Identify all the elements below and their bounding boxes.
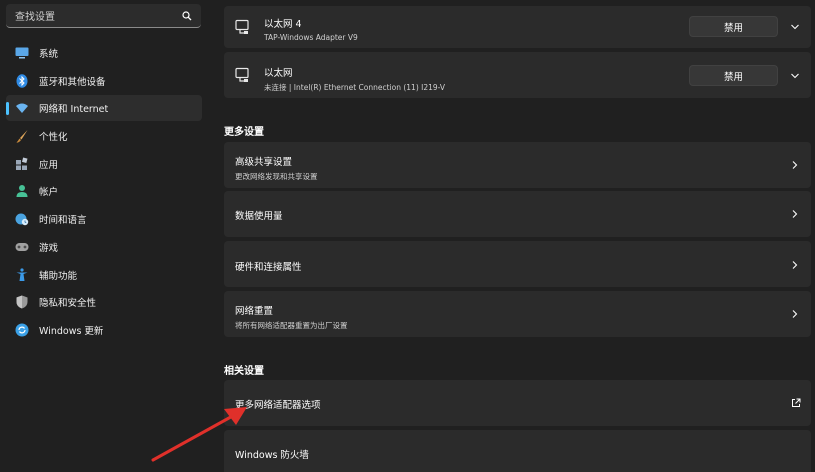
- brush-icon: [15, 129, 29, 143]
- sidebar-item-label: 系统: [39, 49, 59, 60]
- sidebar-item-label: 时间和语言: [39, 215, 87, 227]
- shield-icon: [15, 295, 29, 309]
- sidebar-item-apps[interactable]: 应用: [6, 151, 202, 177]
- row-title: 更多网络适配器选项: [235, 400, 321, 411]
- adapter-detail: TAP-Windows Adapter V9: [264, 33, 358, 42]
- sidebar-nav: 系统 蓝牙和其他设备 网络和 Internet 个性化 应用 帐户 时间和语言 …: [6, 40, 202, 345]
- sidebar-item-time-language[interactable]: 时间和语言: [6, 206, 202, 232]
- adapter-name: 以太网 4: [264, 19, 302, 30]
- settings-row-hardware-properties[interactable]: 硬件和连接属性: [224, 241, 811, 287]
- sidebar-item-label: 辅助功能: [39, 270, 78, 282]
- row-subtitle: 将所有网络适配器重置为出厂设置: [235, 321, 348, 330]
- sidebar-item-gaming[interactable]: 游戏: [6, 234, 202, 260]
- adapter-text: 以太网 4 TAP-Windows Adapter V9: [264, 16, 358, 42]
- sidebar-item-network[interactable]: 网络和 Internet: [6, 95, 202, 122]
- sidebar-item-label: Windows 更新: [39, 325, 104, 337]
- row-text: 网络重置 将所有网络适配器重置为出厂设置: [235, 303, 348, 331]
- row-title: 网络重置: [235, 306, 274, 317]
- chevron-right-icon: [792, 261, 798, 269]
- adapter-name: 以太网: [264, 68, 293, 79]
- sidebar-item-label: 个性化: [39, 132, 68, 144]
- globe-clock-icon: [15, 212, 29, 226]
- settings-row-windows-firewall[interactable]: Windows 防火墙: [224, 430, 811, 472]
- adapter-card[interactable]: 以太网 未连接 | Intel(R) Ethernet Connection (…: [224, 52, 811, 98]
- row-title: 硬件和连接属性: [235, 262, 302, 273]
- disable-button[interactable]: 禁用: [689, 16, 778, 37]
- accessibility-icon: [15, 267, 29, 282]
- chevron-right-icon: [792, 161, 798, 169]
- disable-button[interactable]: 禁用: [689, 65, 778, 86]
- row-title: Windows 防火墙: [235, 450, 309, 461]
- sidebar-item-privacy[interactable]: 隐私和安全性: [6, 289, 202, 315]
- row-title: 数据使用量: [235, 211, 283, 222]
- settings-row-data-usage[interactable]: 数据使用量: [224, 191, 811, 237]
- section-title-more-settings: 更多设置: [224, 127, 264, 138]
- settings-row-advanced-sharing[interactable]: 高级共享设置 更改网络发现和共享设置: [224, 142, 811, 188]
- adapter-detail: 未连接 | Intel(R) Ethernet Connection (11) …: [264, 83, 446, 92]
- sidebar-item-accounts[interactable]: 帐户: [6, 178, 202, 204]
- sidebar-item-label: 应用: [39, 159, 59, 171]
- sidebar-item-windows-update[interactable]: Windows 更新: [6, 317, 202, 343]
- sidebar-item-accessibility[interactable]: 辅助功能: [6, 262, 202, 288]
- settings-row-more-adapter-options[interactable]: 更多网络适配器选项: [224, 380, 811, 426]
- search-input[interactable]: 查找设置: [6, 4, 201, 28]
- apps-icon: [15, 157, 29, 171]
- sidebar-item-label: 帐户: [39, 187, 59, 199]
- gamepad-icon: [15, 240, 29, 254]
- chevron-down-icon[interactable]: [791, 23, 799, 31]
- settings-row-network-reset[interactable]: 网络重置 将所有网络适配器重置为出厂设置: [224, 291, 811, 337]
- sidebar-item-label: 游戏: [39, 242, 59, 254]
- adapter-card[interactable]: 以太网 4 TAP-Windows Adapter V9 禁用: [224, 6, 811, 48]
- sidebar-item-label: 蓝牙和其他设备: [39, 76, 106, 88]
- search-icon: [182, 10, 192, 20]
- bluetooth-icon: [15, 73, 29, 88]
- row-title: 高级共享设置: [235, 157, 293, 168]
- row-subtitle: 更改网络发现和共享设置: [235, 172, 318, 181]
- search-placeholder: 查找设置: [15, 12, 55, 23]
- person-icon: [15, 184, 29, 198]
- external-link-icon: [792, 398, 801, 407]
- sidebar-item-label: 隐私和安全性: [39, 298, 97, 310]
- chevron-right-icon: [792, 210, 798, 218]
- wifi-icon: [15, 101, 29, 115]
- monitor-icon: [15, 46, 29, 60]
- sidebar: 查找设置 系统 蓝牙和其他设备 网络和 Internet 个性化 应用 帐户 时…: [0, 0, 208, 472]
- sidebar-item-label: 网络和 Internet: [39, 104, 109, 116]
- chevron-right-icon: [792, 310, 798, 318]
- sidebar-item-system[interactable]: 系统: [6, 40, 202, 66]
- update-icon: [15, 323, 29, 337]
- sidebar-item-bluetooth[interactable]: 蓝牙和其他设备: [6, 68, 202, 94]
- ethernet-icon: [235, 67, 249, 82]
- row-text: 高级共享设置 更改网络发现和共享设置: [235, 154, 318, 182]
- chevron-down-icon[interactable]: [791, 72, 799, 80]
- sidebar-item-personalization[interactable]: 个性化: [6, 123, 202, 149]
- adapter-text: 以太网 未连接 | Intel(R) Ethernet Connection (…: [264, 65, 445, 93]
- ethernet-icon: [235, 19, 249, 34]
- section-title-related-settings: 相关设置: [224, 366, 264, 377]
